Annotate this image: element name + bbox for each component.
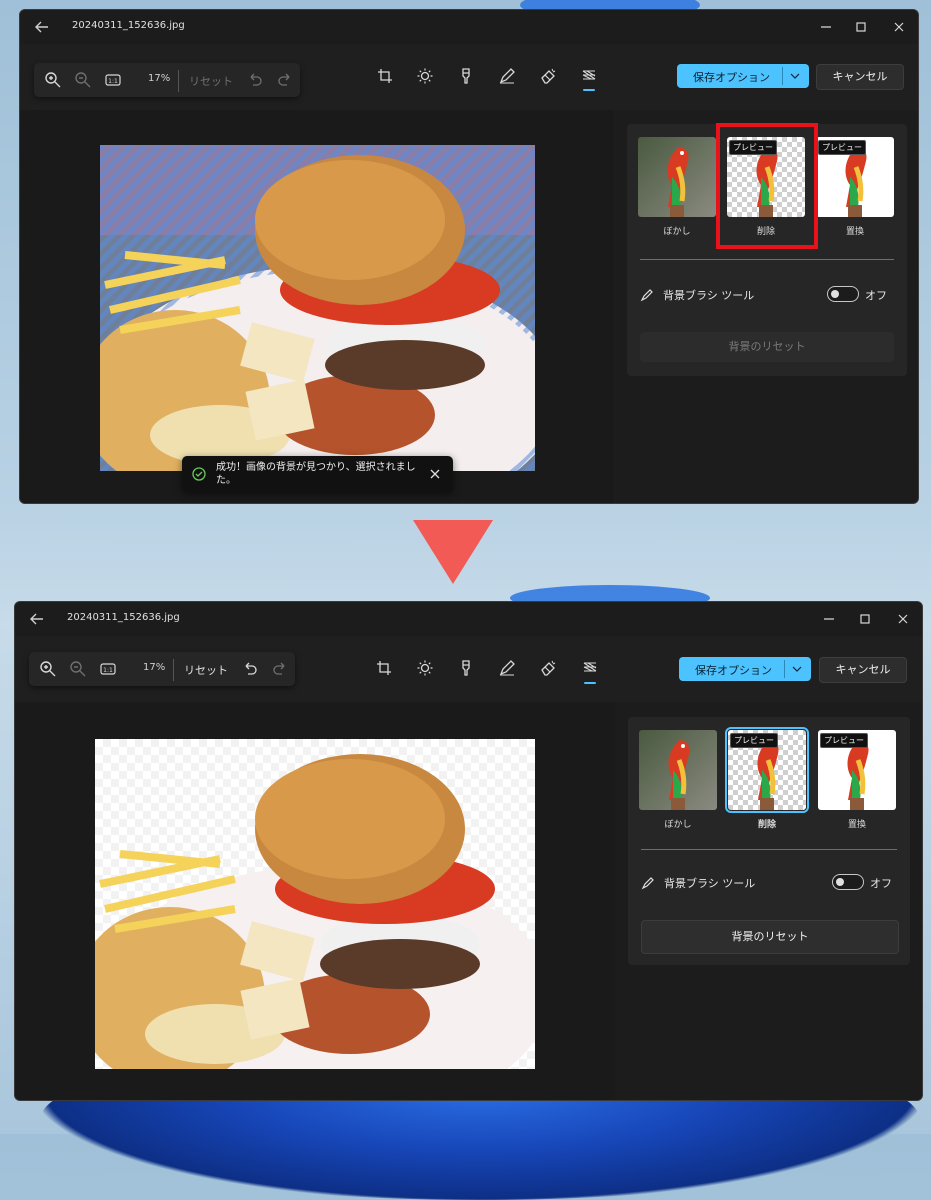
minimize-icon[interactable]	[815, 608, 843, 630]
crop-icon[interactable]	[376, 67, 394, 85]
actual-size-icon[interactable]: 1:1	[104, 71, 122, 89]
reset-background-button[interactable]: 背景のリセット	[640, 332, 894, 362]
remove-option-selected[interactable]: プレビュー	[725, 727, 809, 813]
background-icon[interactable]	[581, 659, 599, 677]
brush-icon	[640, 289, 653, 302]
blur-option-label: ぼかし	[663, 227, 691, 237]
food-photo-background-removed[interactable]	[95, 739, 535, 1069]
crop-icon[interactable]	[375, 659, 393, 677]
replace-option[interactable]: プレビュー	[818, 730, 896, 810]
blur-option[interactable]	[639, 730, 717, 810]
reset-button[interactable]: リセット	[184, 662, 228, 678]
blur-option-label: ぼかし	[664, 820, 692, 830]
zoom-toolbar: 1:1 17% リセット	[34, 63, 300, 97]
reset-background-button[interactable]: 背景のリセット	[641, 920, 899, 954]
toggle-knob	[836, 878, 844, 886]
title-bar: 20240311_152636.jpg	[15, 602, 922, 636]
active-tool-indicator	[584, 682, 596, 684]
minimize-icon[interactable]	[812, 16, 840, 38]
remove-option-label: 削除	[757, 820, 776, 830]
background-options-panel: ぼかし プレビュー 削除 プレビュー 置換 背景ブラシ ツール オフ 背景のリセ…	[628, 717, 910, 965]
redo-icon[interactable]	[271, 660, 289, 678]
replace-preview-tag: プレビュー	[818, 140, 866, 155]
back-arrow-icon[interactable]	[27, 610, 47, 628]
active-tool-indicator	[583, 89, 595, 91]
close-icon[interactable]	[885, 16, 913, 38]
zoom-in-icon[interactable]	[44, 71, 62, 89]
toast-message: 成功！画像の背景が見つかり、選択されました。	[216, 462, 416, 486]
file-name: 20240311_152636.jpg	[72, 20, 185, 31]
erase-icon[interactable]	[539, 67, 557, 85]
undo-icon[interactable]	[246, 71, 264, 89]
brush-tool-toggle[interactable]	[832, 874, 864, 890]
erase-icon[interactable]	[539, 659, 557, 677]
brush-tool-label: 背景ブラシ ツール	[663, 289, 755, 302]
actual-size-icon[interactable]: 1:1	[99, 660, 117, 678]
toggle-state-label: オフ	[865, 289, 887, 302]
zoom-toolbar: 1:1 17% リセット	[29, 652, 295, 686]
markup-icon[interactable]	[457, 659, 475, 677]
back-arrow-icon[interactable]	[32, 18, 52, 36]
markup-icon[interactable]	[457, 67, 475, 85]
down-arrow-icon	[413, 520, 493, 584]
close-icon[interactable]	[889, 608, 917, 630]
brush-tool-label: 背景ブラシ ツール	[664, 877, 756, 890]
toggle-state-label: オフ	[870, 877, 892, 890]
background-icon[interactable]	[580, 67, 598, 85]
photos-window-after: 20240311_152636.jpg 1:1 17% リセット 保存オプション…	[14, 601, 923, 1101]
svg-text:1:1: 1:1	[103, 667, 113, 674]
maximize-icon[interactable]	[851, 608, 879, 630]
zoom-out-icon[interactable]	[74, 71, 92, 89]
zoom-percent: 17%	[148, 73, 171, 84]
remove-preview-tag: プレビュー	[730, 733, 778, 748]
photos-window-before: 20240311_152636.jpg 1:1 17% リセット 保存オプション…	[19, 9, 919, 504]
panel-divider	[641, 849, 897, 850]
cancel-button[interactable]: キャンセル	[816, 64, 904, 90]
image-canvas	[15, 702, 615, 1100]
blur-option[interactable]	[638, 137, 716, 217]
success-toast: 成功！画像の背景が見つかり、選択されました。	[182, 456, 453, 492]
parrot-image	[668, 740, 690, 810]
brush-icon	[641, 877, 654, 890]
parrot-image	[667, 147, 689, 217]
save-options-button[interactable]: 保存オプション	[677, 64, 809, 88]
replace-option-label: 置換	[845, 227, 864, 237]
close-toast-icon[interactable]	[429, 468, 441, 480]
undo-icon[interactable]	[241, 660, 259, 678]
replace-option-label: 置換	[847, 820, 866, 830]
food-photo-selected[interactable]	[100, 145, 535, 471]
brightness-icon[interactable]	[416, 67, 434, 85]
toolbar-separator	[178, 70, 179, 92]
replace-preview-tag: プレビュー	[820, 733, 868, 748]
save-divider	[782, 67, 783, 85]
maximize-icon[interactable]	[847, 16, 875, 38]
toggle-knob	[831, 290, 839, 298]
save-options-label: 保存オプション	[693, 71, 770, 84]
highlight-remove-option	[716, 123, 818, 249]
zoom-in-icon[interactable]	[39, 660, 57, 678]
toolbar-separator	[173, 659, 174, 681]
zoom-out-icon[interactable]	[69, 660, 87, 678]
cancel-button[interactable]: キャンセル	[819, 657, 907, 683]
image-canvas: 成功！画像の背景が見つかり、選択されました。	[20, 110, 614, 503]
svg-text:1:1: 1:1	[108, 78, 118, 85]
panel-divider	[640, 259, 894, 260]
save-divider	[784, 660, 785, 678]
check-circle-icon	[192, 467, 206, 481]
brush-tool-toggle[interactable]	[827, 286, 859, 302]
pen-icon[interactable]	[498, 659, 516, 677]
pen-icon[interactable]	[498, 67, 516, 85]
save-options-button[interactable]: 保存オプション	[679, 657, 811, 681]
title-bar: 20240311_152636.jpg	[20, 10, 918, 44]
chevron-down-icon[interactable]	[789, 70, 801, 82]
redo-icon[interactable]	[276, 71, 294, 89]
replace-option[interactable]: プレビュー	[816, 137, 894, 217]
chevron-down-icon[interactable]	[791, 663, 803, 675]
file-name: 20240311_152636.jpg	[67, 612, 180, 623]
reset-button[interactable]: リセット	[189, 73, 233, 89]
save-options-label: 保存オプション	[695, 664, 772, 677]
brightness-icon[interactable]	[416, 659, 434, 677]
zoom-percent: 17%	[143, 662, 166, 673]
